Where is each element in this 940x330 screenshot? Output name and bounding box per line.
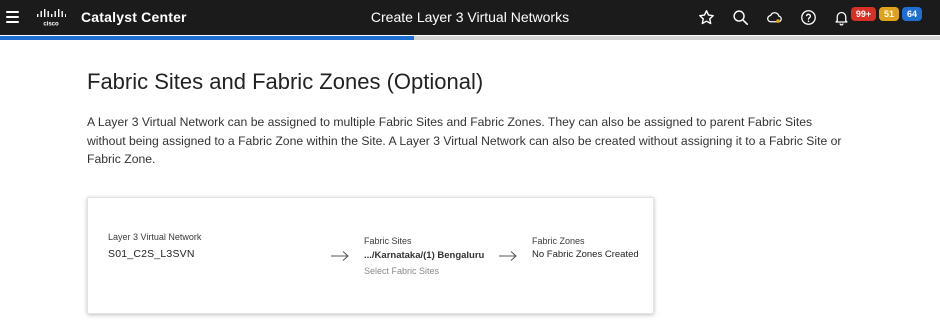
summary-card: Layer 3 Virtual Network S01_C2S_L3SVN Fa… — [87, 197, 654, 314]
select-fabric-sites-link[interactable]: Select Fabric Sites — [364, 266, 484, 276]
svg-text:cisco: cisco — [43, 22, 59, 28]
critical-badge[interactable]: 99+ — [851, 7, 876, 21]
wizard-progress-fill — [0, 36, 414, 40]
search-icon[interactable] — [732, 9, 749, 26]
app-title[interactable]: Catalyst Center — [81, 9, 187, 25]
arrow-right-icon — [331, 251, 349, 261]
cloud-icon[interactable] — [766, 9, 783, 26]
info-badge[interactable]: 64 — [902, 7, 922, 21]
top-bar: cisco Catalyst Center Create Layer 3 Vir… — [0, 0, 940, 35]
fabric-zones-column: Fabric Zones No Fabric Zones Created — [532, 236, 639, 260]
virtual-network-label: Layer 3 Virtual Network — [108, 232, 202, 242]
wizard-progress-bar — [0, 36, 940, 40]
virtual-network-value: S01_C2S_L3SVN — [108, 248, 195, 260]
arrow-right-icon — [499, 251, 517, 261]
page-title: Create Layer 3 Virtual Networks — [370, 9, 570, 25]
bell-icon[interactable] — [833, 9, 850, 26]
star-icon[interactable] — [698, 9, 715, 26]
fabric-sites-column: Fabric Sites .../Karnataka/(1) Bengaluru… — [364, 236, 484, 276]
fabric-sites-label: Fabric Sites — [364, 236, 412, 246]
warning-badge[interactable]: 51 — [879, 7, 899, 21]
help-icon[interactable] — [800, 9, 817, 26]
fabric-sites-value: .../Karnataka/(1) Bengaluru — [364, 250, 485, 261]
section-description: A Layer 3 Virtual Network can be assigne… — [87, 115, 842, 166]
fabric-zones-label: Fabric Zones — [532, 236, 585, 246]
fabric-zones-value: No Fabric Zones Created — [532, 249, 639, 260]
section-title: Fabric Sites and Fabric Zones (Optional) — [87, 69, 484, 94]
virtual-network-column: Layer 3 Virtual Network S01_C2S_L3SVN — [108, 232, 201, 260]
menu-icon[interactable] — [6, 11, 19, 23]
cisco-logo: cisco — [37, 9, 66, 28]
